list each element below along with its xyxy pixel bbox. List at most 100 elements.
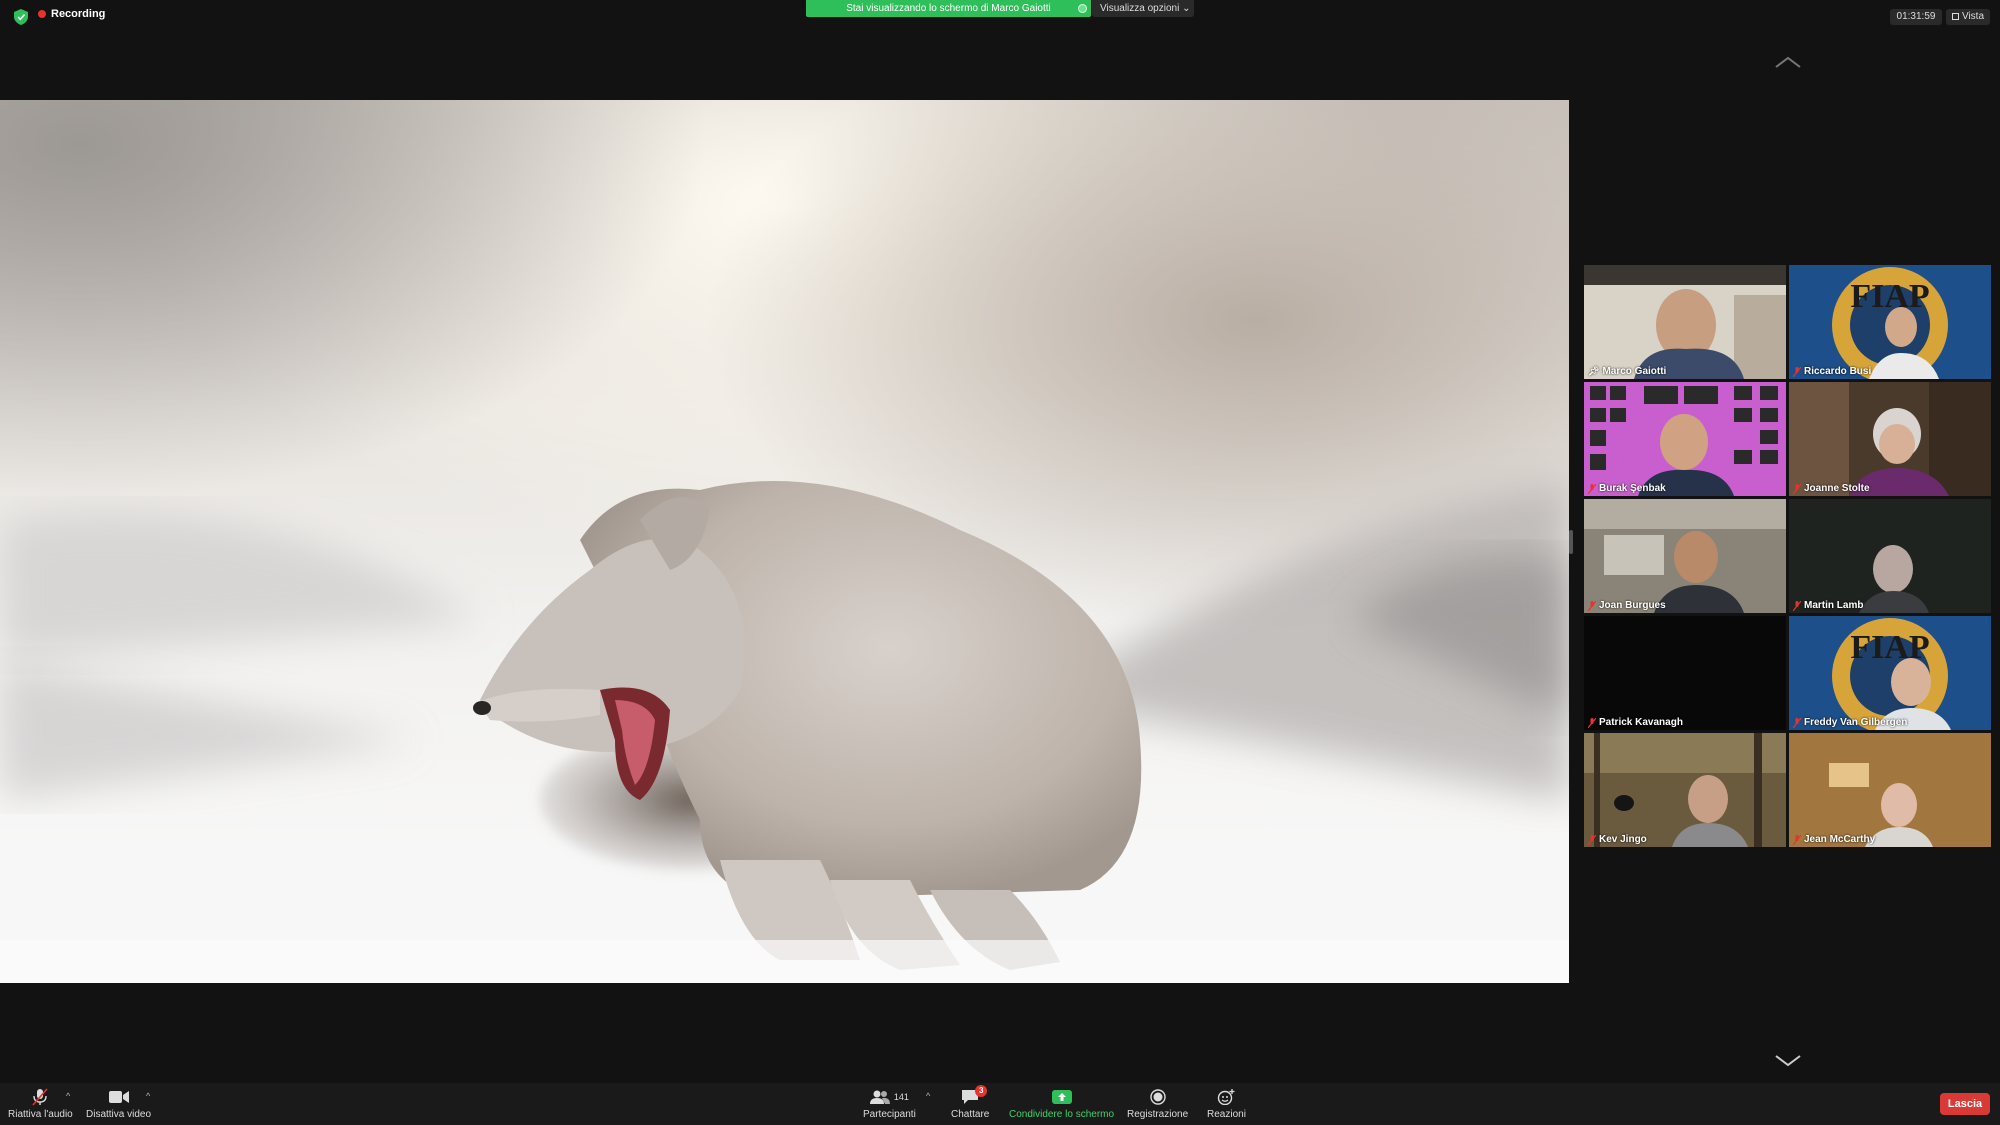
participant-video: FIAP — [1789, 616, 1991, 730]
microphone-muted-icon — [1792, 366, 1802, 377]
pin-icon: 📌︎ — [1588, 366, 1600, 376]
chat-badge: 3 — [975, 1085, 988, 1097]
participant-name: Riccardo Busi — [1804, 366, 1872, 377]
record-icon — [1149, 1087, 1166, 1107]
participant-name-tag: Burak Şenbak — [1587, 483, 1666, 494]
view-label: Vista — [1961, 11, 1985, 22]
share-screen-label: Condividere lo schermo — [1009, 1109, 1115, 1120]
video-options-caret[interactable]: ^ — [146, 1091, 150, 1101]
participant-video — [1789, 382, 1991, 496]
reactions-icon — [1217, 1087, 1235, 1107]
share-banner: Stai visualizzando lo schermo di Marco G… — [806, 0, 1091, 17]
participants-icon-wrap: 141 — [869, 1087, 909, 1107]
stop-video-button[interactable]: Disattiva video — [86, 1087, 151, 1120]
microphone-muted-icon — [31, 1087, 49, 1107]
recording-dot-icon — [38, 10, 46, 18]
participant-tile[interactable]: 📌︎ Marco Gaiotti — [1584, 265, 1786, 379]
view-button[interactable]: Vista — [1946, 9, 1990, 25]
participant-video — [1584, 616, 1786, 730]
participant-name: Kev Jingo — [1599, 834, 1647, 845]
microphone-muted-icon — [1792, 717, 1802, 728]
participant-name: Jean McCarthy — [1804, 834, 1876, 845]
svg-text:FIAP: FIAP — [1850, 278, 1929, 315]
participants-label: Partecipanti — [863, 1109, 916, 1120]
participant-name: Burak Şenbak — [1599, 483, 1666, 494]
participant-name: Joan Burgues — [1599, 600, 1666, 611]
chevron-up-icon[interactable] — [1774, 55, 1802, 69]
participant-name-tag: Freddy Van Gilbergen — [1792, 717, 1908, 728]
share-screen-icon — [1051, 1087, 1072, 1107]
microphone-muted-icon — [1587, 600, 1597, 611]
share-screen-button[interactable]: Condividere lo schermo — [1009, 1087, 1114, 1120]
participant-name: Freddy Van Gilbergen — [1804, 717, 1908, 728]
shared-screen[interactable] — [0, 100, 1569, 983]
participant-name-tag: Patrick Kavanagh — [1587, 717, 1683, 728]
participant-video — [1584, 265, 1786, 379]
participant-tile[interactable]: Kev Jingo — [1584, 733, 1786, 847]
chat-icon-wrap: 3 — [961, 1085, 988, 1107]
chat-button[interactable]: 3 Chattare — [951, 1085, 990, 1120]
chat-label: Chattare — [951, 1109, 990, 1120]
shield-icon[interactable] — [14, 9, 28, 25]
record-label: Registrazione — [1127, 1109, 1189, 1120]
view-options-button[interactable]: Visualizza opzioni ⌄ — [1092, 0, 1194, 17]
chevron-down-icon[interactable] — [1774, 1054, 1802, 1068]
microphone-muted-icon — [1792, 600, 1802, 611]
audio-options-caret[interactable]: ^ — [66, 1091, 70, 1101]
participants-options-caret[interactable]: ^ — [926, 1091, 930, 1101]
recording-label: Recording — [51, 8, 106, 20]
share-banner-text: Stai visualizzando lo schermo di Marco G… — [846, 3, 1051, 14]
participant-video — [1789, 499, 1991, 613]
recording-indicator[interactable]: Recording — [38, 8, 105, 20]
microphone-muted-icon — [1792, 834, 1802, 845]
participant-name-tag: Joan Burgues — [1587, 600, 1666, 611]
participant-tile[interactable]: Joanne Stolte — [1789, 382, 1991, 496]
leave-button[interactable]: Lascia — [1940, 1093, 1990, 1115]
participant-name-tag: Riccardo Busi — [1792, 366, 1872, 377]
participants-button[interactable]: 141 Partecipanti — [863, 1087, 916, 1120]
microphone-muted-icon — [1587, 834, 1597, 845]
arctic-fox-image — [0, 100, 1569, 983]
participant-name: Marco Gaiotti — [1602, 366, 1667, 377]
elapsed-time: 01:31:59 — [1890, 9, 1942, 25]
participant-name-tag: Joanne Stolte — [1792, 483, 1870, 494]
participant-name: Martin Lamb — [1804, 600, 1864, 611]
meeting-toolbar — [0, 1083, 2000, 1125]
participant-tile[interactable]: Burak Şenbak — [1584, 382, 1786, 496]
microphone-muted-icon — [1587, 483, 1597, 494]
participant-name-tag: Jean McCarthy — [1792, 834, 1876, 845]
participant-tile[interactable]: FIAP Freddy Van Gilbergen — [1789, 616, 1991, 730]
chevron-down-icon: ⌄ — [1182, 3, 1191, 14]
view-options-label: Visualizza opzioni — [1100, 3, 1180, 14]
participant-tile[interactable]: Martin Lamb — [1789, 499, 1991, 613]
unmute-button[interactable]: Riattiva l'audio — [8, 1087, 73, 1120]
participant-video: FIAP — [1789, 265, 1991, 379]
participants-icon — [869, 1090, 890, 1104]
record-button[interactable]: Registrazione — [1127, 1087, 1188, 1120]
stop-video-label: Disattiva video — [86, 1109, 152, 1120]
top-bar: Recording Stai visualizzando lo schermo … — [0, 0, 2000, 32]
participant-name-tag: 📌︎ Marco Gaiotti — [1588, 366, 1666, 377]
participant-name: Joanne Stolte — [1804, 483, 1870, 494]
participant-video — [1584, 382, 1786, 496]
participant-tile[interactable]: Jean McCarthy — [1789, 733, 1991, 847]
participant-name: Patrick Kavanagh — [1599, 717, 1683, 728]
participant-video — [1789, 733, 1991, 847]
participant-tile[interactable]: Joan Burgues — [1584, 499, 1786, 613]
panel-resize-handle[interactable] — [1569, 530, 1573, 554]
microphone-muted-icon — [1792, 483, 1802, 494]
grid-view-icon — [1951, 13, 1959, 20]
reactions-button[interactable]: Reazioni — [1207, 1087, 1246, 1120]
video-camera-icon — [108, 1087, 129, 1107]
microphone-muted-icon — [1587, 717, 1597, 728]
participant-name-tag: Kev Jingo — [1587, 834, 1647, 845]
participant-name-tag: Martin Lamb — [1792, 600, 1864, 611]
unmute-label: Riattiva l'audio — [8, 1109, 73, 1120]
share-status-icon — [1078, 4, 1087, 13]
reactions-label: Reazioni — [1207, 1109, 1246, 1120]
participants-count: 141 — [893, 1092, 909, 1102]
participant-video — [1584, 733, 1786, 847]
participant-tile[interactable]: Patrick Kavanagh — [1584, 616, 1786, 730]
participant-tile[interactable]: FIAP Riccardo Busi — [1789, 265, 1991, 379]
participant-video — [1584, 499, 1786, 613]
